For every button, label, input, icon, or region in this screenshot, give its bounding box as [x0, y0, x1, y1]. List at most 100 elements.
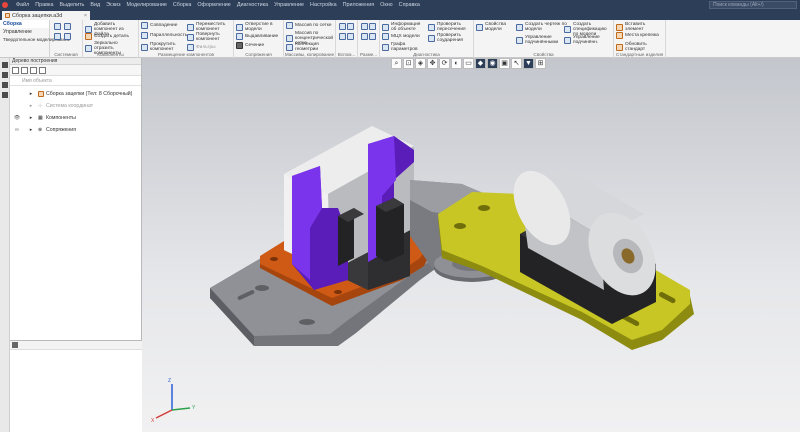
save-icon[interactable] — [54, 33, 61, 40]
model-tree-panel: Дерево построения Имя объекта ▸ Сборка з… — [10, 58, 142, 432]
undo-icon[interactable] — [64, 33, 71, 40]
new-document-icon[interactable] — [54, 23, 61, 30]
document-tab[interactable]: Сборка зацепки.a3d × — [2, 11, 90, 20]
tree-view-icon[interactable] — [12, 67, 19, 74]
scroll-component-label: Прокрутить компонент — [150, 42, 176, 52]
create-part-button[interactable]: Создать деталь — [85, 33, 129, 40]
document-tabs: Сборка зацепки.a3d × — [0, 10, 800, 20]
aux-plane-icon[interactable] — [347, 23, 354, 30]
tree-options-icon[interactable] — [39, 67, 46, 74]
filters-button[interactable]: Фильтры — [187, 44, 216, 51]
parallel-button[interactable]: Параллельность — [141, 32, 187, 39]
model-hole-button[interactable]: Отверстие в модели — [236, 22, 281, 32]
ribbon-mode-solid-modeling[interactable]: Твердотельное моделирование — [0, 36, 70, 44]
geometry-collection-button[interactable]: Коллекция геометрии — [286, 42, 333, 52]
menu-help[interactable]: Справка — [396, 2, 423, 8]
move-component-button[interactable]: Переместить компонент — [187, 22, 232, 32]
app-logo[interactable] — [0, 0, 10, 10]
tree-panel-icon[interactable] — [1, 62, 8, 68]
radial-dimension-icon[interactable] — [361, 33, 368, 40]
move-component-label: Переместить компонент — [196, 22, 226, 32]
menu-bar: Файл Правка Выделить Вид Эскиз Моделиров… — [0, 0, 800, 10]
linear-dimension-icon[interactable] — [361, 23, 368, 30]
drawing-icon — [516, 23, 523, 31]
create-part-label: Создать деталь — [94, 34, 129, 39]
expand-icon[interactable]: ▸ — [24, 127, 38, 133]
menu-management[interactable]: Управление — [271, 2, 307, 8]
ribbon-group-placement: Совпадение Переместить компонент Паралле… — [139, 20, 234, 58]
close-icon[interactable]: × — [84, 13, 87, 19]
ribbon-mode-assembly[interactable]: Сборка — [0, 20, 49, 28]
manage-subordinates-label: Управление подчинёнными — [525, 35, 559, 45]
z-axis-label: Z — [168, 378, 171, 384]
menu-drafting[interactable]: Оформление — [194, 2, 233, 8]
tree-row-mates[interactable]: ∞ ▸ ⊗ Сопряжения — [10, 124, 141, 136]
section-button[interactable]: Сечение — [236, 42, 264, 49]
fastener-places-button[interactable]: Места крепежа — [616, 32, 661, 39]
tree-toolbar — [10, 65, 141, 76]
rotate-component-button[interactable]: Повернуть компонент — [187, 32, 232, 42]
expand-icon[interactable]: ▸ — [24, 103, 38, 109]
tree-row-coordinate-system[interactable]: ▸ ⊹ Система координат — [10, 100, 141, 112]
grid-pattern-button[interactable]: Массив по сетке — [286, 22, 332, 29]
create-drawing-button[interactable]: Создать чертеж по модели — [516, 22, 567, 32]
tree-row-label: Сопряжения — [46, 127, 77, 133]
tree-sort-icon[interactable] — [21, 67, 28, 74]
aux-point-icon[interactable] — [339, 33, 346, 40]
tree-row-components[interactable]: 👁 ▸ ▦ Компоненты — [10, 112, 141, 124]
ribbon-group-components: Добавить компонент из файла Создать дета… — [83, 20, 139, 58]
axis-triad: Z X Y — [151, 378, 196, 424]
check-collisions-button[interactable]: Проверить соударения — [428, 33, 473, 43]
mass-properties-button[interactable]: МЦХ модели — [382, 33, 420, 40]
create-part-icon — [85, 33, 92, 40]
menu-settings[interactable]: Настройка — [307, 2, 340, 8]
angular-dimension-icon[interactable] — [369, 23, 376, 30]
aux-cs-icon[interactable] — [347, 33, 354, 40]
params-graph-button[interactable]: Графа параметров — [382, 42, 427, 52]
assembly-model[interactable]: Z X Y — [142, 58, 800, 432]
insert-element-button[interactable]: Вставить элемент — [616, 22, 661, 32]
model-properties-label: Свойства модели — [485, 22, 507, 32]
model-properties-button[interactable]: Свойства модели — [476, 22, 515, 32]
properties-list-icon[interactable] — [12, 342, 18, 348]
tree-structure-icon[interactable] — [30, 67, 37, 74]
ribbon-group-standard-parts: Вставить элемент Места крепежа Обновить … — [614, 20, 666, 58]
insert-element-icon — [616, 23, 623, 31]
ribbon-mode-management[interactable]: Управление — [0, 28, 49, 36]
manage-subordinates-2-button[interactable]: Управление подчинённ. — [564, 35, 613, 45]
menu-panel-icon[interactable] — [1, 92, 8, 98]
params-graph-label: Графа параметров — [391, 42, 418, 52]
object-info-label: Информация об объекте — [391, 22, 421, 32]
tree-filter-input[interactable]: Имя объекта — [10, 76, 141, 86]
expand-icon[interactable]: ▸ — [24, 115, 38, 121]
menu-applications[interactable]: Приложения — [340, 2, 378, 8]
menu-assembly[interactable]: Сборка — [170, 2, 194, 8]
tree-row-assembly[interactable]: ▸ Сборка зацепки (Тел: 8 Сборочный) — [10, 88, 141, 100]
tree-row-label: Компоненты — [46, 115, 76, 121]
menu-file[interactable]: Файл — [13, 2, 32, 8]
object-info-button[interactable]: Информация об объекте — [382, 22, 427, 32]
extrude-button[interactable]: Выдавливание — [236, 33, 278, 40]
manage-subordinates-button[interactable]: Управление подчинёнными — [516, 35, 567, 45]
menu-view[interactable]: Вид — [87, 2, 103, 8]
layers-panel-icon[interactable] — [1, 82, 8, 88]
insert-element-label: Вставить элемент — [625, 22, 646, 32]
menu-sketch[interactable]: Эскиз — [103, 2, 123, 8]
check-intersections-button[interactable]: Проверить пересечения — [428, 22, 473, 32]
menu-diagnostics[interactable]: Диагностика — [234, 2, 271, 8]
diameter-dimension-icon[interactable] — [369, 33, 376, 40]
menu-edit[interactable]: Правка — [32, 2, 56, 8]
command-search-input[interactable]: Поиск команды (Alt+/) — [709, 1, 797, 9]
aux-axis-icon[interactable] — [339, 23, 346, 30]
coincidence-button[interactable]: Совпадение — [141, 22, 177, 29]
menu-modeling[interactable]: Моделирование — [124, 2, 170, 8]
menu-select[interactable]: Выделить — [56, 2, 87, 8]
menu-window[interactable]: Окно — [377, 2, 396, 8]
update-standard-button[interactable]: Обновить стандарт — [616, 42, 661, 52]
visibility-eye-icon[interactable]: 👁 — [10, 115, 24, 121]
parameters-panel-icon[interactable] — [1, 72, 8, 78]
intersections-icon — [428, 23, 435, 31]
open-icon[interactable] — [64, 23, 71, 30]
expand-icon[interactable]: ▸ — [24, 91, 38, 97]
scroll-component-button[interactable]: Прокрутить компонент — [141, 42, 186, 52]
